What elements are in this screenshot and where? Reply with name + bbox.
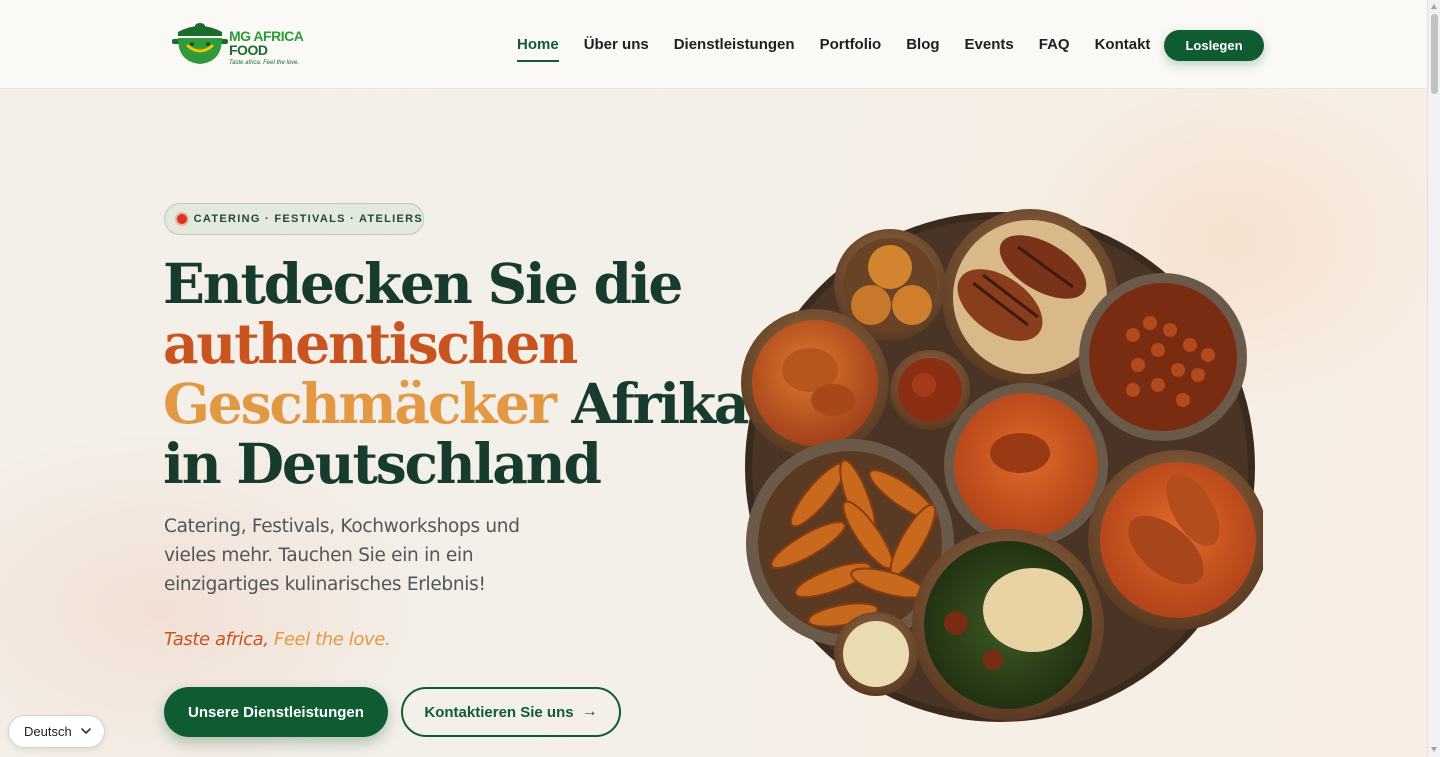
scroll-down-icon[interactable] (1431, 747, 1437, 752)
tagline-part-2: Feel the love. (268, 629, 391, 650)
language-selector[interactable]: Deutsch (8, 715, 105, 748)
headline-line-4: in Deutschland (163, 431, 602, 496)
logo-text: MG AFRICA FOOD (229, 28, 304, 58)
scrollbar-thumb[interactable] (1431, 14, 1438, 94)
contact-button[interactable]: Kontaktieren Sie uns → (401, 687, 621, 737)
tagline-part-1: Taste africa, (164, 629, 269, 650)
headline-line-3: Geschmäcker Afrikas (163, 371, 778, 436)
main-nav: Home Über uns Dienstleistungen Portfolio… (517, 35, 1175, 62)
scroll-up-icon[interactable] (1431, 4, 1437, 9)
badge-label: CATERING · FESTIVALS · ATELIERS (193, 213, 423, 225)
logo[interactable]: MG AFRICA FOOD Taste africa. Feel the lo… (172, 22, 304, 70)
nav-item-portfolio[interactable]: Portfolio (820, 35, 882, 57)
logo-tagline: Taste africa. Feel the love. (229, 60, 300, 66)
hero-tagline: Taste africa, Feel the love. (164, 629, 391, 650)
language-label: Deutsch (24, 724, 72, 739)
nav-item-kontakt[interactable]: Kontakt (1095, 35, 1151, 57)
site-header: MG AFRICA FOOD Taste africa. Feel the lo… (0, 0, 1427, 89)
status-dot-icon (177, 214, 187, 224)
nav-item-events[interactable]: Events (965, 35, 1014, 57)
nav-item-dienstleistungen[interactable]: Dienstleistungen (674, 35, 795, 57)
page: MG AFRICA FOOD Taste africa. Feel the lo… (0, 0, 1427, 757)
chevron-down-icon (81, 728, 91, 735)
contact-button-label: Kontaktieren Sie uns (424, 703, 574, 721)
hero-description: Catering, Festivals, Kochworkshops und v… (164, 516, 520, 595)
headline-line-1: Entdecken Sie die (163, 251, 683, 316)
headline-highlight: Geschmäcker (163, 371, 557, 436)
category-badge: CATERING · FESTIVALS · ATELIERS (164, 203, 424, 235)
nav-item-home[interactable]: Home (517, 35, 559, 62)
arrow-right-icon: → (581, 703, 598, 720)
hero-headline: Entdecken Sie die authentischen Geschmäc… (163, 251, 778, 496)
services-button[interactable]: Unsere Dienstleistungen (164, 687, 388, 737)
headline-line-2: authentischen (163, 311, 578, 376)
nav-item-faq[interactable]: FAQ (1039, 35, 1070, 57)
african-food-platter-image (741, 209, 1263, 722)
nav-item-blog[interactable]: Blog (906, 35, 939, 57)
cooking-pot-logo-icon (172, 23, 228, 64)
get-started-button[interactable]: Loslegen (1164, 30, 1264, 61)
page-scrollbar[interactable] (1427, 0, 1440, 757)
nav-item-ueber-uns[interactable]: Über uns (584, 35, 649, 57)
